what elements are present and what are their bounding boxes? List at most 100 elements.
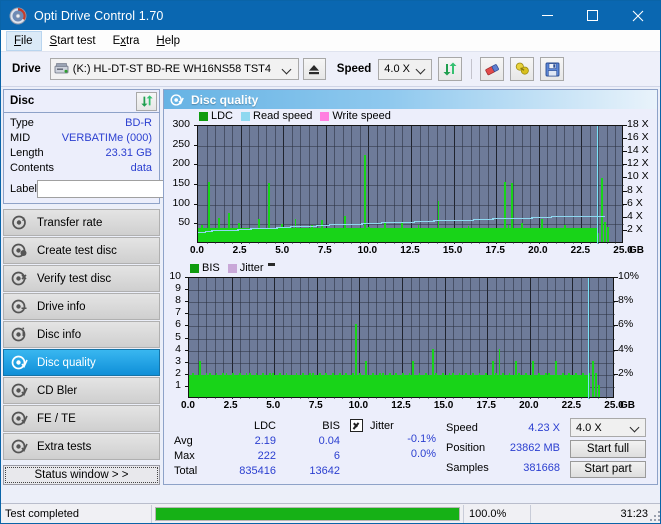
gridline-horizontal: [189, 339, 615, 340]
sidebar-item-verify-test-disc[interactable]: Verify test disc: [3, 265, 160, 292]
y-tick-label: 200: [172, 157, 190, 169]
jitter-block: Jitter -0.1% 0.0%: [350, 418, 442, 478]
eject-button[interactable]: [303, 58, 326, 80]
disc-row-type: Type BD-R: [10, 116, 155, 131]
legend-label: BIS: [202, 262, 220, 274]
sidebar-item-label: CD Bler: [37, 385, 77, 397]
sidebar-item-transfer-rate[interactable]: Transfer rate: [3, 209, 160, 236]
x-tick-label: 2.5: [224, 400, 238, 411]
refresh-button[interactable]: [438, 57, 462, 81]
legend-label: Read speed: [253, 110, 312, 122]
sidebar-item-extra-tests[interactable]: Extra tests: [3, 433, 160, 460]
minimize-button[interactable]: [525, 1, 570, 30]
speed-line-segment: [394, 222, 395, 223]
x-tick-label: 10.0: [358, 245, 377, 256]
drive-select[interactable]: (K:) HL-DT-ST BD-RE WH16NS58 TST4: [50, 58, 299, 80]
speed-line-segment: [348, 224, 349, 225]
sidebar-item-disc-info[interactable]: Disc info: [3, 321, 160, 348]
data-bar: [601, 178, 603, 243]
y-tick: [185, 386, 188, 387]
y-tick-label: 150: [172, 177, 190, 189]
disc-row-mid-value: VERBATIMe (000): [62, 131, 155, 146]
erase-button[interactable]: [480, 57, 504, 81]
page-title: Disc quality: [191, 93, 258, 107]
close-button[interactable]: [615, 1, 660, 30]
chevron-down-icon: [417, 65, 426, 74]
y2-tick: [623, 177, 627, 178]
gridline-horizontal: [189, 351, 615, 352]
table-row: Samples 381668: [446, 458, 564, 478]
y2-tick: [623, 164, 627, 165]
progress-bar-fill: [156, 508, 459, 520]
menu-start-test[interactable]: Start test: [42, 31, 105, 51]
sidebar-item-cd-bler[interactable]: CD Bler: [3, 377, 160, 404]
chart-legend: LDCRead speedWrite speed: [199, 110, 399, 122]
drive-value: (K:) HL-DT-ST BD-RE WH16NS58 TST4: [73, 63, 283, 75]
gridline-horizontal: [189, 326, 615, 327]
y2-tick-label: 4 X: [627, 210, 643, 222]
sidebar-item-create-test-disc[interactable]: Create test disc: [3, 237, 160, 264]
chart-legend: BISJitter: [190, 262, 275, 274]
menu-start-test-rest: tart test: [57, 35, 95, 47]
menu-extra[interactable]: Extra: [105, 31, 149, 51]
progress-bar: [155, 507, 460, 521]
jitter-checkbox[interactable]: [350, 419, 363, 432]
disc-row-mid-key: MID: [10, 131, 30, 146]
chevron-down-icon: [631, 423, 640, 432]
menu-file-rest: ile: [21, 35, 33, 47]
disc-label-key: Label: [10, 183, 37, 195]
disc-panel-title: Disc: [10, 95, 34, 107]
jitter-label: Jitter: [370, 420, 394, 432]
disc-refresh-button[interactable]: [136, 92, 157, 111]
speed-line-segment: [211, 230, 212, 231]
y-tick-label: 10: [169, 270, 181, 282]
test-controls: 4.0 X Start full Start part: [570, 418, 646, 478]
y-tick-label: 7: [175, 306, 181, 318]
menu-file[interactable]: File: [6, 31, 42, 51]
speed-value: 4.0 X: [384, 63, 417, 75]
speed-line-segment: [224, 230, 225, 231]
menu-bar: File Start test Extra Help: [1, 30, 660, 52]
toolbar-separator: [471, 59, 472, 79]
save-button[interactable]: [540, 57, 564, 81]
x-axis-unit: GB: [629, 245, 644, 256]
test-speed-value: 4.0 X: [576, 422, 631, 434]
bulb-button[interactable]: [510, 57, 534, 81]
app-disc-icon: [9, 7, 27, 25]
y2-tick: [614, 277, 618, 278]
y2-tick-label: 6%: [618, 318, 633, 330]
sidebar-item-disc-quality[interactable]: Disc quality: [3, 349, 160, 376]
status-bar: Test completed 100.0% 31:23: [1, 503, 661, 523]
menu-help[interactable]: Help: [148, 31, 189, 51]
y2-tick: [623, 191, 627, 192]
test-speed-select[interactable]: 4.0 X: [570, 418, 646, 437]
disc-row-contents: Contents data: [10, 161, 155, 176]
speed-select[interactable]: 4.0 X: [378, 59, 432, 80]
disc-properties: Type BD-R MID VERBATIMe (000) Length 23.…: [4, 113, 159, 203]
y-tick-label: 300: [172, 118, 190, 130]
measurement-table: Speed 4.23 X Position 23862 MB Samples 3…: [446, 418, 564, 478]
gridline-horizontal: [189, 363, 615, 364]
y2-tick-label: 8%: [618, 294, 633, 306]
sidebar-item-fe-te[interactable]: FE / TE: [3, 405, 160, 432]
x-tick-label: 17.5: [485, 245, 504, 256]
x-tick-label: 22.5: [562, 400, 581, 411]
disc-verify-icon: [11, 270, 28, 287]
resize-grip[interactable]: [650, 511, 660, 521]
progress-percent: 100.0%: [464, 505, 530, 523]
speed-stat-label: Speed: [446, 418, 502, 438]
maximize-button[interactable]: [570, 1, 615, 30]
status-message: Test completed: [1, 505, 151, 523]
disc-info-box: Disc Type BD-R MID VERB: [3, 89, 160, 204]
disc-extra-icon: [11, 438, 28, 455]
y2-tick: [614, 374, 618, 375]
x-tick-label: 12.5: [391, 400, 410, 411]
status-window-button[interactable]: Status window > >: [3, 465, 160, 485]
sidebar-item-drive-info[interactable]: Drive info: [3, 293, 160, 320]
start-part-button[interactable]: Start part: [570, 461, 646, 479]
start-full-button[interactable]: Start full: [570, 440, 646, 458]
y2-tick-label: 10%: [618, 270, 639, 282]
data-bar: [595, 373, 597, 397]
x-tick-label: 7.5: [318, 245, 332, 256]
x-tick-label: 20.0: [519, 400, 538, 411]
